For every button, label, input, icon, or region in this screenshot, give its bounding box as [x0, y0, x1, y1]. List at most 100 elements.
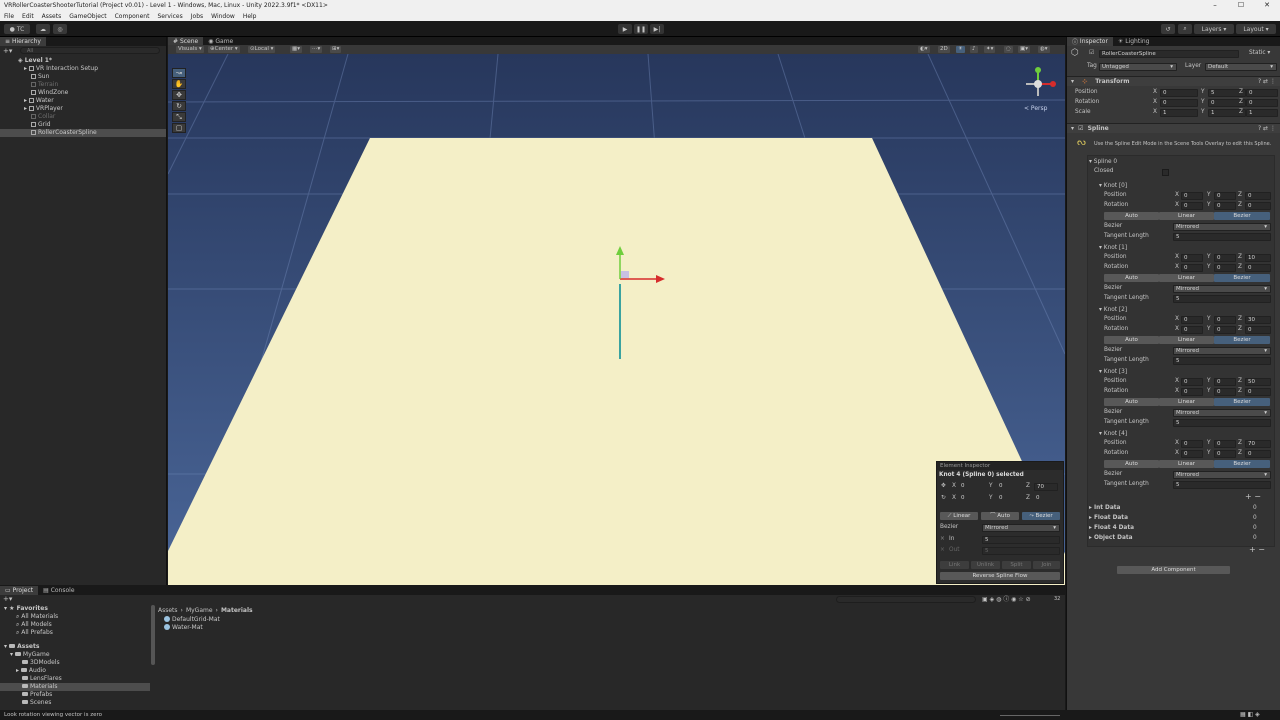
- knot-pos-z[interactable]: 50: [1245, 378, 1271, 386]
- knot-foldout[interactable]: ▾ Knot [2]: [1099, 306, 1127, 315]
- tab-project[interactable]: ▭ Project: [0, 586, 39, 595]
- knot-pos-z[interactable]: 10: [1245, 254, 1271, 262]
- zoom-slider[interactable]: [1000, 715, 1060, 716]
- join-button[interactable]: Join: [1033, 561, 1060, 569]
- hierarchy-item[interactable]: Grid: [0, 121, 166, 129]
- knot-rot-x[interactable]: 0: [1181, 202, 1203, 210]
- knot-pos-x[interactable]: 0: [1181, 316, 1203, 324]
- elem-rot-z[interactable]: 0: [1034, 495, 1058, 503]
- knot-foldout[interactable]: ▾ Knot [0]: [1099, 182, 1127, 191]
- knot-pos-x[interactable]: 0: [1181, 378, 1203, 386]
- menu-jobs[interactable]: Jobs: [191, 13, 203, 20]
- hierarchy-item[interactable]: WindZone: [0, 89, 166, 97]
- folder-item-selected[interactable]: Materials: [0, 683, 150, 691]
- pause-button[interactable]: ❚❚: [634, 24, 648, 34]
- spline-data-foldout[interactable]: ▸ Float 4 Data: [1089, 524, 1134, 533]
- knot-pos-x[interactable]: 0: [1181, 192, 1203, 200]
- folder-item[interactable]: Scenes: [0, 699, 150, 707]
- elem-linear-button[interactable]: ⟋ Linear: [940, 512, 978, 520]
- static-toggle[interactable]: Static ▾: [1249, 49, 1270, 58]
- pivot-dropdown[interactable]: ⊕Center ▾: [208, 46, 240, 53]
- knot-rot-z[interactable]: 0: [1245, 202, 1271, 210]
- hierarchy-item[interactable]: Sun: [0, 73, 166, 81]
- transform-x-field[interactable]: 0: [1160, 99, 1198, 107]
- add-knot-button[interactable]: + −: [1245, 492, 1261, 501]
- status-icons[interactable]: ▦ ◧ ◈: [1240, 710, 1260, 720]
- knot-pos-x[interactable]: 0: [1181, 254, 1203, 262]
- space-dropdown[interactable]: ⊙Local ▾: [248, 46, 276, 53]
- elem-in-field[interactable]: 5: [982, 536, 1060, 544]
- knot-pos-y[interactable]: 0: [1214, 316, 1236, 324]
- transform-x-field[interactable]: 0: [1160, 89, 1198, 97]
- spline-enabled-checkbox[interactable]: ☑: [1078, 125, 1083, 132]
- project-tree-scrollbar[interactable]: [151, 605, 155, 665]
- knot-tangent-field[interactable]: 5: [1173, 357, 1271, 365]
- hierarchy-item[interactable]: ▸ VR Interaction Setup: [0, 65, 166, 73]
- favorites-folder[interactable]: ▾ ★ Favorites: [0, 605, 150, 613]
- knot-rot-x[interactable]: 0: [1181, 388, 1203, 396]
- layout-dropdown[interactable]: Layout ▾: [1236, 24, 1276, 34]
- reverse-spline-flow-button[interactable]: Reverse Spline Flow: [940, 572, 1060, 580]
- menu-services[interactable]: Services: [157, 13, 182, 20]
- draw-mode-icon[interactable]: ◐▾: [918, 46, 930, 53]
- knot-rot-z[interactable]: 0: [1245, 264, 1271, 272]
- menu-edit[interactable]: Edit: [22, 13, 34, 20]
- knot-pos-y[interactable]: 0: [1214, 254, 1236, 262]
- knot-rot-y[interactable]: 0: [1214, 450, 1236, 458]
- minimize-button[interactable]: –: [1202, 0, 1228, 11]
- spline-data-foldout[interactable]: ▸ Object Data: [1089, 534, 1133, 543]
- menu-gameobject[interactable]: GameObject: [69, 13, 106, 20]
- object-name-field[interactable]: RollerCoasterSpline: [1099, 50, 1239, 58]
- move-tool-button[interactable]: ✥: [172, 90, 186, 100]
- folder-item[interactable]: LensFlares: [0, 675, 150, 683]
- menu-assets[interactable]: Assets: [42, 13, 62, 20]
- knot-bezier-button[interactable]: Bezier: [1214, 398, 1270, 406]
- knot-auto-button[interactable]: Auto: [1104, 274, 1159, 282]
- knot-linear-button[interactable]: Linear: [1159, 398, 1214, 406]
- layers-dropdown[interactable]: Layers ▾: [1194, 24, 1234, 34]
- collab-icon[interactable]: ◎: [53, 24, 67, 34]
- hidden-objects-icon[interactable]: ◌: [1004, 46, 1013, 53]
- elem-auto-button[interactable]: ⌒ Auto: [981, 512, 1019, 520]
- knot-auto-button[interactable]: Auto: [1104, 460, 1159, 468]
- gizmos-icon[interactable]: ◍▾: [1038, 46, 1050, 53]
- tab-console[interactable]: ▤ Console: [38, 586, 79, 595]
- tag-dropdown[interactable]: Untagged ▾: [1099, 63, 1177, 71]
- favorites-item[interactable]: ⌕ All Materials: [0, 613, 150, 621]
- knot-auto-button[interactable]: Auto: [1104, 336, 1159, 344]
- close-button[interactable]: ✕: [1254, 0, 1280, 11]
- knot-bezier-dropdown[interactable]: Mirrored ▾: [1173, 471, 1271, 479]
- knot-foldout[interactable]: ▾ Knot [3]: [1099, 368, 1127, 377]
- breadcrumb-item-current[interactable]: Materials: [221, 607, 253, 614]
- knot-tangent-field[interactable]: 5: [1173, 419, 1271, 427]
- tab-scene[interactable]: # Scene: [168, 37, 204, 45]
- knot-linear-button[interactable]: Linear: [1159, 274, 1214, 282]
- knot-rot-x[interactable]: 0: [1181, 326, 1203, 334]
- knot-linear-button[interactable]: Linear: [1159, 212, 1214, 220]
- project-search-input[interactable]: [836, 596, 976, 603]
- hierarchy-search-input[interactable]: [20, 47, 160, 54]
- knot-auto-button[interactable]: Auto: [1104, 212, 1159, 220]
- project-filter-icons[interactable]: ▣ ◈ ◍ ⓘ ◉ ☆ ⊘: [982, 595, 1031, 604]
- link-button[interactable]: Link: [940, 561, 969, 569]
- unlink-button[interactable]: Unlink: [971, 561, 1000, 569]
- knot-rot-z[interactable]: 0: [1245, 388, 1271, 396]
- knot-bezier-button[interactable]: Bezier: [1214, 460, 1270, 468]
- folder-item[interactable]: 3DModels: [0, 659, 150, 667]
- menu-help[interactable]: Help: [243, 13, 257, 20]
- knot-pos-z[interactable]: 70: [1245, 440, 1271, 448]
- hierarchy-item[interactable]: ▸ Water: [0, 97, 166, 105]
- spline-data-foldout[interactable]: ▸ Float Data: [1089, 514, 1128, 523]
- component-menu-icon[interactable]: ? ⇄ ⋮: [1258, 124, 1276, 133]
- knot-pos-y[interactable]: 0: [1214, 440, 1236, 448]
- knot-rot-y[interactable]: 0: [1214, 264, 1236, 272]
- knot-rot-x[interactable]: 0: [1181, 450, 1203, 458]
- transform-z-field[interactable]: 1: [1246, 109, 1278, 117]
- hierarchy-item[interactable]: Terrain: [0, 81, 166, 89]
- split-button[interactable]: Split: [1002, 561, 1031, 569]
- knot-pos-z[interactable]: 0: [1245, 192, 1271, 200]
- grid-snap-icon[interactable]: ▦▾: [290, 46, 302, 53]
- visuals-dropdown[interactable]: Visuals ▾: [176, 46, 204, 53]
- knot-rot-x[interactable]: 0: [1181, 264, 1203, 272]
- tab-hierarchy[interactable]: ≡ Hierarchy: [0, 37, 46, 46]
